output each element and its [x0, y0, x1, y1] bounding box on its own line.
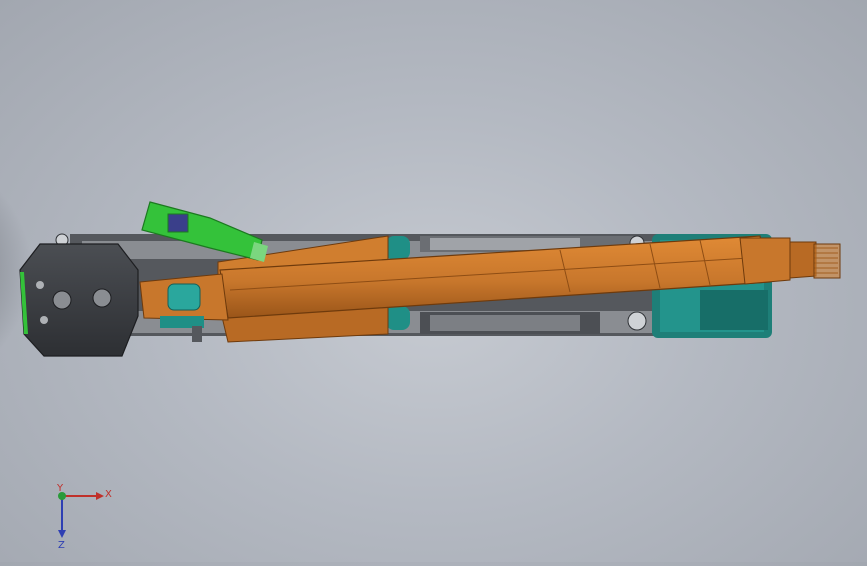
counterweight	[19, 243, 139, 357]
x-axis-arrow	[96, 492, 104, 500]
orientation-triad: X Y Z	[44, 482, 114, 552]
excavator-model[interactable]	[0, 0, 867, 562]
z-axis-label: Z	[58, 540, 65, 551]
y-axis-label: Y	[56, 483, 64, 494]
z-axis-arrow	[58, 530, 66, 538]
x-axis-label: X	[105, 489, 112, 500]
cad-viewport[interactable]: X Y Z	[0, 0, 867, 562]
